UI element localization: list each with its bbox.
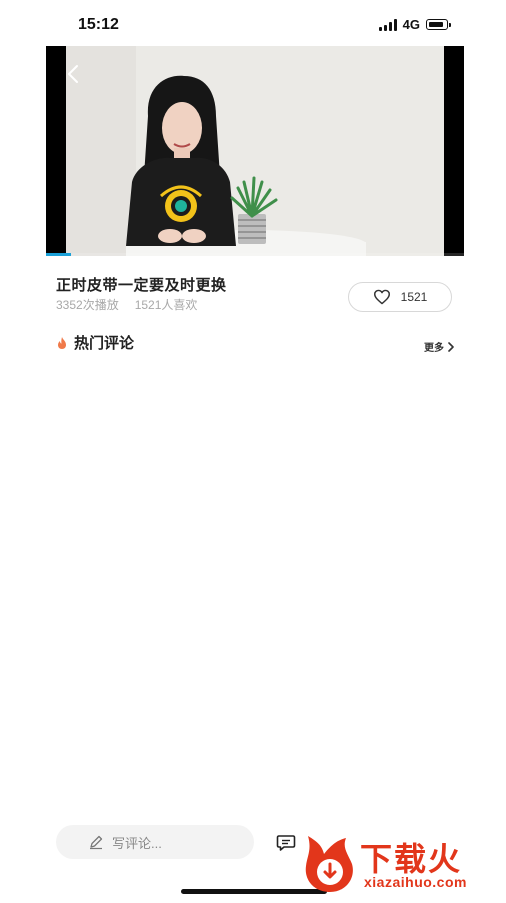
video-player[interactable] xyxy=(46,46,464,256)
watermark-subtext: xiazaihuo.com xyxy=(364,874,467,890)
watermark: 下载火 xiazaihuo.com xyxy=(298,828,506,900)
video-frame xyxy=(66,46,444,256)
more-label: 更多 xyxy=(424,343,444,354)
signal-icon xyxy=(378,18,397,31)
like-count: 1521 xyxy=(400,290,428,304)
status-bar: 15:12 4G xyxy=(0,0,506,44)
back-button[interactable] xyxy=(64,62,84,86)
section-title: 热门评论 xyxy=(74,335,135,352)
comments-button[interactable] xyxy=(276,834,296,857)
likes-text: 1521人喜欢 xyxy=(134,298,198,312)
fire-icon xyxy=(58,336,66,349)
comment-placeholder: 写评论... xyxy=(112,835,162,851)
video-stats: 3352次播放 1521人喜欢 xyxy=(56,296,197,313)
chevron-right-icon xyxy=(448,341,454,352)
hot-comments-header: 热门评论 xyxy=(56,332,134,353)
status-indicators: 4G xyxy=(378,17,451,32)
network-type: 4G xyxy=(402,17,420,32)
heart-icon xyxy=(373,289,390,305)
play-count: 3352次播放 xyxy=(56,298,119,312)
watermark-logo xyxy=(305,836,353,892)
write-comment-input[interactable]: 写评论... xyxy=(56,825,254,859)
video-title: 正时皮带一定要及时更换 xyxy=(56,277,227,294)
more-comments-link[interactable]: 更多 xyxy=(424,339,455,354)
video-progress-fill xyxy=(46,253,72,256)
comment-icon xyxy=(276,835,296,851)
video-thumbnail xyxy=(66,46,444,256)
like-button[interactable]: 1521 xyxy=(348,282,452,312)
video-progress-bar[interactable] xyxy=(46,253,464,256)
back-arrow-icon xyxy=(68,65,78,83)
battery-icon xyxy=(426,19,451,30)
pen-icon xyxy=(90,835,103,850)
status-time: 15:12 xyxy=(78,16,119,33)
